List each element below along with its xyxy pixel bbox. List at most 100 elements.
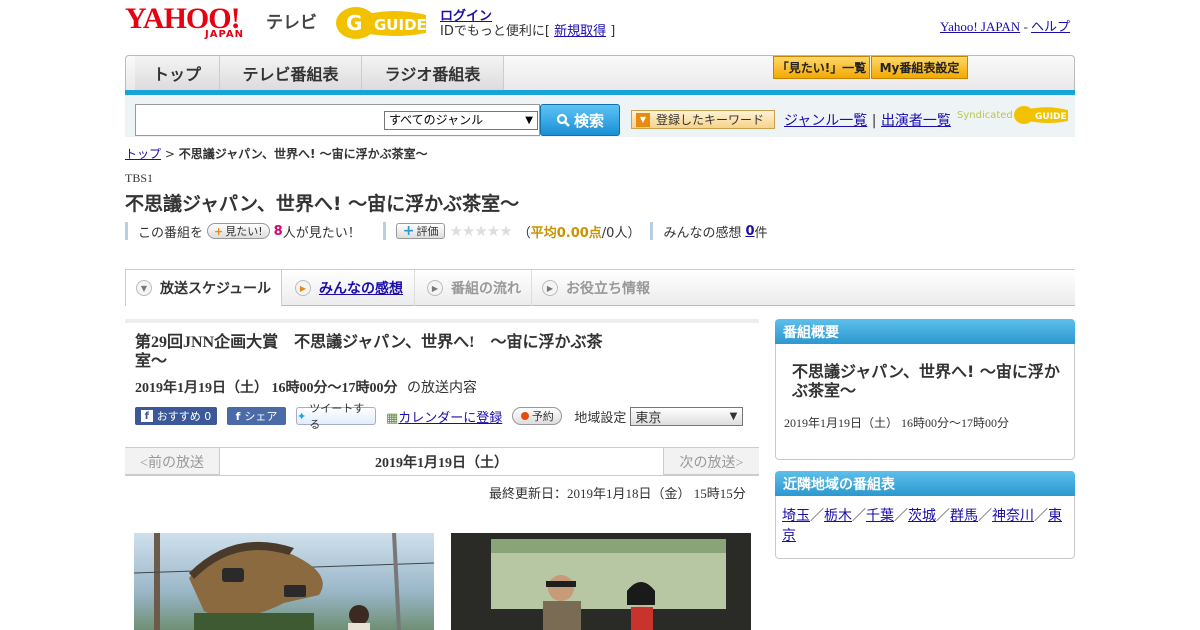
genre-select[interactable]: すべてのジャンル ▼ xyxy=(384,111,538,130)
tab-label: みんなの感想 xyxy=(319,281,403,297)
rate-button[interactable]: + 評価 xyxy=(395,223,446,239)
breadcrumb-current: 不思議ジャパン、世界へ! ～宙に浮かぶ茶室～ xyxy=(178,147,428,161)
id-note: IDでもっと便利に[ 新規取得 ] xyxy=(440,20,615,39)
id-note-suffix: ] xyxy=(610,24,616,39)
region-link-gunma[interactable]: 群馬 xyxy=(950,508,978,524)
facebook-share-button[interactable]: f シェア xyxy=(227,407,286,425)
directory-pipe: | xyxy=(871,113,877,129)
syndicated-label: Syndicated xyxy=(957,109,1013,121)
breadcrumb-top-link[interactable]: トップ xyxy=(125,147,161,161)
tab-program-flow[interactable]: ▶ 番組の流れ xyxy=(417,270,532,306)
top-links: Yahoo! JAPAN - ヘルプ xyxy=(940,16,1070,35)
tweet-label: ツイートする xyxy=(309,402,365,431)
avg-suffix: /0人） xyxy=(601,225,641,241)
divider xyxy=(650,222,654,240)
region-label: 地域設定 xyxy=(574,410,627,426)
tab-broadcast-schedule[interactable]: ▼ 放送スケジュール xyxy=(125,269,282,306)
performer-list-link[interactable]: 出演者一覧 xyxy=(881,113,951,129)
want-to-watch-button[interactable]: + 見たい! xyxy=(207,223,270,239)
search-button[interactable]: 検索 xyxy=(540,104,620,136)
program-overview-panel: 番組概要 不思議ジャパン、世界へ! ～宙に浮かぶ茶室～ 2019年1月19日（土… xyxy=(775,319,1075,460)
twitter-bird-icon: ✦ xyxy=(297,409,307,423)
breadcrumb: トップ > 不思議ジャパン、世界へ! ～宙に浮かぶ茶室～ xyxy=(125,145,428,162)
region-separator: ／ xyxy=(852,508,866,524)
program-tabs: ▼ 放送スケジュール ▶ みんなの感想 ▶ 番組の流れ ▶ お役立ち情報 xyxy=(125,269,1075,306)
broadcast-date-value: 2019年1月19日（土） 16時00分～17時00分 xyxy=(135,381,398,396)
region-separator: ／ xyxy=(1034,508,1048,524)
search-button-label: 検索 xyxy=(573,111,604,130)
tab-impressions[interactable]: ▶ みんなの感想 xyxy=(285,270,415,306)
region-link-chiba[interactable]: 千葉 xyxy=(866,508,894,524)
channel-name: TBS1 xyxy=(125,171,154,185)
chevron-down-icon: ▼ xyxy=(729,410,738,422)
region-link-tochigi[interactable]: 栃木 xyxy=(824,508,852,524)
region-link-ibaraki[interactable]: 茨城 xyxy=(908,508,936,524)
page-title: 不思議ジャパン、世界へ! ～宙に浮かぶ茶室～ xyxy=(125,193,520,215)
directory-links: ジャンル一覧 | 出演者一覧 xyxy=(784,110,951,130)
play-icon: ▶ xyxy=(427,280,443,296)
region-select[interactable]: 東京 ▼ xyxy=(630,406,744,426)
calendar-icon: ▦ xyxy=(386,410,399,426)
region-select-value: 東京 xyxy=(635,410,662,426)
region-link-kanagawa[interactable]: 神奈川 xyxy=(992,508,1034,524)
facebook-share-label: シェア xyxy=(244,410,278,423)
prev-broadcast-link[interactable]: <前の放送 xyxy=(125,448,220,475)
nearby-schedules-header: 近隣地域の番組表 xyxy=(775,471,1075,496)
reserve-button[interactable]: 予約 xyxy=(512,407,563,425)
tab-label: お役立ち情報 xyxy=(566,281,650,297)
impressions-count-link[interactable]: 0 xyxy=(745,224,754,239)
nav-tab-tv-schedule[interactable]: テレビ番組表 xyxy=(220,56,362,90)
nav-tab-radio-schedule[interactable]: ラジオ番組表 xyxy=(362,56,504,90)
plus-icon: + xyxy=(214,224,224,238)
triangle-down-icon: ▼ xyxy=(636,112,650,127)
region-link-saitama[interactable]: 埼玉 xyxy=(782,508,810,524)
gguide-logo[interactable]: G GUIDE xyxy=(334,5,432,41)
divider xyxy=(382,222,386,240)
facebook-icon: f xyxy=(235,409,241,423)
record-dot-icon xyxy=(520,412,529,420)
region-separator: ／ xyxy=(810,508,824,524)
nav-tab-top[interactable]: トップ xyxy=(135,56,220,90)
want-to-watch-list-button[interactable]: 「見たい!」一覧 xyxy=(773,56,870,79)
next-broadcast-link[interactable]: 次の放送> xyxy=(663,448,759,475)
program-overview-header: 番組概要 xyxy=(775,319,1075,344)
tweet-button[interactable]: ✦ ツイートする xyxy=(296,402,376,431)
last-updated: 最終更新日：2019年1月18日（金） 15時15分 xyxy=(489,486,746,501)
calendar-register[interactable]: ▦カレンダーに登録 xyxy=(386,407,502,426)
top-links-separator: - xyxy=(1023,19,1028,34)
my-schedule-settings-button[interactable]: My番組表設定 xyxy=(871,56,968,79)
rate-label: 評価 xyxy=(416,225,439,238)
region-separator: ／ xyxy=(936,508,950,524)
reserve-label: 予約 xyxy=(531,410,554,423)
search-icon xyxy=(556,113,570,127)
chevron-down-icon: ▼ xyxy=(136,280,152,296)
nearby-schedules-panel: 近隣地域の番組表 埼玉／栃木／千葉／茨城／群馬／神奈川／東京 xyxy=(775,471,1075,559)
broadcast-date-suffix: の放送内容 xyxy=(407,381,477,396)
registered-keywords-button[interactable]: ▼ 登録したキーワード xyxy=(631,110,775,129)
impressions-label: みんなの感想 xyxy=(663,225,742,241)
average-score: 平均0.00点 xyxy=(530,225,602,241)
region-separator: ／ xyxy=(978,508,992,524)
program-photo-truck xyxy=(451,533,751,630)
syndicated-gguide-badge: Syndicated GUIDE xyxy=(957,103,1069,127)
facebook-icon: f xyxy=(140,410,153,422)
id-note-prefix: IDでもっと便利に[ xyxy=(440,24,550,39)
program-photo-teahouse xyxy=(134,533,434,630)
registered-keywords-label: 登録したキーワード xyxy=(656,113,765,127)
tab-useful-info[interactable]: ▶ お役立ち情報 xyxy=(532,270,662,306)
calendar-register-link[interactable]: カレンダーに登録 xyxy=(398,411,502,426)
genre-select-value: すべてのジャンル xyxy=(389,113,484,127)
svg-text:GUIDE: GUIDE xyxy=(1035,112,1067,122)
facebook-recommend-label: おすすめ 0 xyxy=(156,410,212,423)
want-suffix: 人が見たい！ xyxy=(282,225,361,241)
signup-link[interactable]: 新規取得 xyxy=(554,24,606,39)
yahoo-japan-link[interactable]: Yahoo! JAPAN xyxy=(940,19,1020,34)
broadcast-date: 2019年1月19日（土） 16時00分～17時00分 の放送内容 xyxy=(135,377,477,397)
genre-list-link[interactable]: ジャンル一覧 xyxy=(784,113,867,129)
facebook-recommend-button[interactable]: f おすすめ 0 xyxy=(135,407,217,425)
program-overview-body: 不思議ジャパン、世界へ! ～宙に浮かぶ茶室～ 2019年1月19日（土） 16時… xyxy=(775,344,1075,460)
help-link[interactable]: ヘルプ xyxy=(1031,19,1070,34)
play-icon: ▶ xyxy=(542,280,558,296)
program-overview-title: 不思議ジャパン、世界へ! ～宙に浮かぶ茶室～ xyxy=(792,362,1060,400)
yahoo-japan-wordmark: JAPAN xyxy=(205,29,244,40)
